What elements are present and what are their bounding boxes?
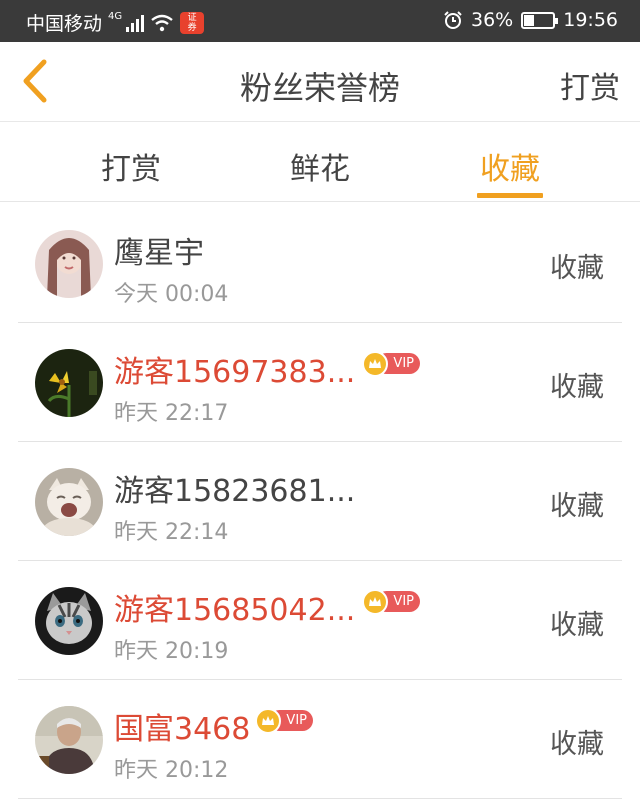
tab-bar: 打赏 鲜花 收藏	[0, 122, 640, 202]
user-name: 游客15685042...	[114, 593, 356, 628]
avatar-flower-icon[interactable]	[35, 349, 103, 417]
app-notification-icon: 证券	[180, 11, 205, 34]
signal-icon	[126, 14, 145, 32]
user-name: 游客15697383...	[114, 355, 356, 390]
timestamp: 昨天 20:19	[114, 639, 229, 664]
divider	[18, 798, 622, 799]
user-name: 国富3468	[114, 712, 251, 747]
favorite-label: 收藏	[550, 610, 604, 641]
list-item[interactable]: 游客15823681... 昨天 22:14 收藏	[0, 442, 640, 561]
favorite-label: 收藏	[550, 372, 604, 403]
avatar-elder-icon[interactable]	[35, 706, 103, 774]
vip-badge: VIP	[255, 708, 313, 734]
alarm-icon	[444, 11, 462, 29]
list-item[interactable]: 游客15697383... VIP 昨天 22:17 收藏	[0, 323, 640, 442]
tab-favorites[interactable]: 收藏	[430, 144, 590, 188]
vip-badge: VIP	[362, 589, 420, 615]
header: 粉丝荣誉榜 打赏	[0, 42, 640, 122]
battery-percent: 36%	[471, 9, 514, 31]
tab-reward[interactable]: 打赏	[51, 144, 211, 188]
avatar-kitten-icon[interactable]	[35, 587, 103, 655]
crown-icon	[362, 589, 388, 615]
vip-badge: VIP	[362, 351, 420, 377]
battery-fill	[524, 14, 535, 26]
favorite-label: 收藏	[550, 253, 604, 284]
avatar-woman-icon[interactable]	[35, 230, 103, 298]
network-type-label: 4G	[108, 11, 123, 22]
timestamp: 今天 00:04	[114, 282, 229, 307]
wifi-icon	[151, 14, 173, 31]
status-bar: 中国移动 4G 证券 36% 19:56	[0, 0, 640, 42]
reward-button[interactable]: 打赏	[560, 63, 620, 107]
tab-flowers[interactable]: 鲜花	[240, 144, 400, 188]
avatar-cat-icon[interactable]	[35, 468, 103, 536]
timestamp: 昨天 22:17	[114, 401, 229, 426]
list-item[interactable]: 国富3468 VIP 昨天 20:12 收藏	[0, 680, 640, 799]
user-name: 鹰星宇	[114, 236, 204, 271]
crown-icon	[255, 708, 281, 734]
favorite-label: 收藏	[550, 491, 604, 522]
battery-icon	[521, 11, 559, 29]
clock: 19:56	[563, 9, 618, 31]
timestamp: 昨天 22:14	[114, 520, 229, 545]
active-tab-indicator	[477, 193, 543, 198]
user-name: 游客15823681...	[114, 474, 356, 509]
list-item[interactable]: 鹰星宇 今天 00:04 收藏	[0, 204, 640, 323]
page-title: 粉丝荣誉榜	[239, 69, 400, 107]
carrier-label: 中国移动	[26, 13, 103, 35]
crown-icon	[362, 351, 388, 377]
timestamp: 昨天 20:12	[114, 758, 229, 783]
favorite-label: 收藏	[550, 729, 604, 760]
list-item[interactable]: 游客15685042... VIP 昨天 20:19 收藏	[0, 561, 640, 680]
